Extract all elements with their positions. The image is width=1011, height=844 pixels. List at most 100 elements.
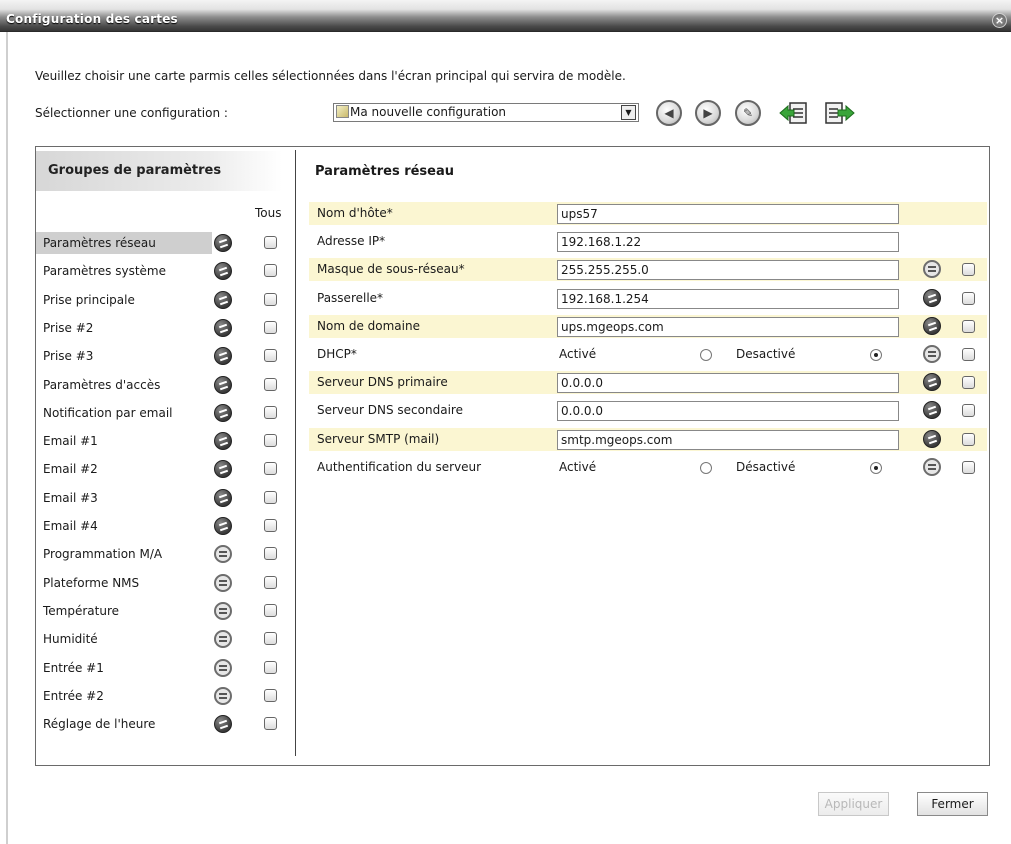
param-input[interactable]: smtp.mgeops.com	[557, 429, 899, 450]
radio-enabled[interactable]	[700, 349, 712, 361]
group-checkbox[interactable]	[264, 547, 277, 561]
close-button[interactable]: Fermer	[917, 792, 988, 816]
param-checkbox[interactable]	[962, 348, 975, 361]
close-icon[interactable]: ×	[992, 13, 1007, 28]
param-row: DHCP* Activé Desactivé	[309, 343, 987, 366]
group-item[interactable]: Email #4	[36, 515, 294, 537]
param-checkbox[interactable]	[962, 291, 975, 305]
radio-label-enabled: Activé	[559, 347, 597, 361]
window-title: Configuration des cartes	[6, 12, 178, 26]
group-checkbox[interactable]	[264, 377, 277, 391]
group-item[interactable]: Paramètres système	[36, 260, 294, 282]
group-checkbox[interactable]	[264, 462, 277, 476]
param-checkbox[interactable]	[962, 263, 975, 277]
config-select[interactable]: Ma nouvelle configuration ▼	[333, 103, 639, 122]
param-label: Authentification du serveur	[317, 459, 482, 474]
group-checkbox[interactable]	[264, 405, 277, 419]
param-checkbox[interactable]	[962, 319, 975, 333]
group-checkbox[interactable]	[264, 660, 277, 674]
group-checkbox[interactable]	[264, 434, 277, 448]
group-checkbox[interactable]	[264, 349, 277, 363]
param-checkbox[interactable]	[962, 404, 975, 418]
param-input[interactable]: ups.mgeops.com	[557, 316, 899, 337]
group-checkbox[interactable]	[264, 632, 277, 646]
next-icon: ▶	[703, 106, 713, 120]
group-item[interactable]: Température	[36, 600, 294, 622]
group-item[interactable]: Email #1	[36, 430, 294, 452]
group-item[interactable]: Plateforme NMS	[36, 572, 294, 594]
edit-icon: ✎	[742, 106, 754, 120]
group-checkbox[interactable]	[264, 292, 277, 306]
group-item[interactable]: Réglage de l'heure	[36, 713, 294, 735]
param-input[interactable]: 192.168.1.254	[557, 288, 899, 309]
param-input[interactable]: 0.0.0.0	[557, 373, 899, 394]
param-input[interactable]: ups57	[557, 204, 899, 224]
export-button[interactable]	[824, 100, 856, 126]
param-checkbox[interactable]	[962, 432, 975, 446]
group-item-label: Email #1	[43, 434, 98, 449]
radio-disabled[interactable]	[870, 349, 882, 361]
group-item[interactable]: Prise principale	[36, 289, 294, 311]
equal-status-icon	[923, 345, 941, 363]
equal-status-icon	[214, 658, 232, 677]
edit-button[interactable]: ✎	[735, 100, 761, 126]
params-title: Paramètres réseau	[315, 164, 455, 179]
document-icon	[336, 105, 349, 118]
group-item[interactable]: Email #3	[36, 487, 294, 509]
group-checkbox[interactable]	[264, 490, 277, 504]
group-item[interactable]: Prise #2	[36, 317, 294, 339]
export-icon	[825, 102, 855, 124]
group-item-label: Email #3	[43, 490, 98, 505]
group-item[interactable]: Programmation M/A	[36, 543, 294, 565]
radio-enabled[interactable]	[700, 461, 712, 474]
equal-status-icon	[214, 573, 232, 592]
modified-status-icon	[923, 429, 941, 448]
param-label: Serveur DNS primaire	[317, 375, 448, 390]
config-select-value: Ma nouvelle configuration	[350, 105, 507, 119]
modified-status-icon	[214, 375, 232, 394]
group-item[interactable]: Email #2	[36, 458, 294, 480]
param-label: DHCP*	[317, 347, 357, 361]
group-item-label: Programmation M/A	[43, 547, 163, 562]
chevron-down-icon[interactable]: ▼	[621, 105, 636, 120]
param-row: Authentification du serveur Activé Désacti…	[309, 456, 987, 479]
group-item[interactable]: Entrée #1	[36, 657, 294, 679]
title-bar: Configuration des cartes ×	[0, 0, 1011, 32]
radio-disabled[interactable]	[870, 461, 882, 474]
import-button[interactable]	[778, 100, 810, 126]
group-checkbox[interactable]	[264, 519, 277, 532]
group-item[interactable]: Paramètres d'accès	[36, 374, 294, 396]
param-input[interactable]: 0.0.0.0	[557, 401, 899, 422]
param-checkbox[interactable]	[962, 460, 975, 474]
group-item[interactable]: Paramètres réseau	[36, 232, 294, 254]
modified-status-icon	[214, 488, 232, 507]
group-item[interactable]: Humidité	[36, 628, 294, 650]
param-checkbox[interactable]	[962, 376, 975, 390]
group-checkbox[interactable]	[264, 717, 277, 731]
radio-label-disabled: Désactivé	[736, 459, 796, 474]
previous-button[interactable]: ◀	[656, 100, 682, 126]
panel-divider	[295, 150, 296, 756]
param-label: Serveur DNS secondaire	[317, 403, 463, 418]
param-row: Masque de sous-réseau* 255.255.255.0	[309, 258, 987, 282]
modified-status-icon	[923, 401, 941, 420]
param-input[interactable]: 255.255.255.0	[557, 260, 899, 281]
param-row: Nom d'hôte* ups57	[309, 202, 987, 225]
group-checkbox[interactable]	[264, 688, 277, 702]
group-item[interactable]: Entrée #2	[36, 685, 294, 707]
group-checkbox[interactable]	[264, 264, 277, 278]
next-button[interactable]: ▶	[695, 100, 721, 126]
group-item-label: Email #4	[43, 519, 98, 533]
group-item[interactable]: Notification par email	[36, 402, 294, 424]
group-item-label: Plateforme NMS	[43, 575, 140, 590]
apply-button[interactable]: Appliquer	[818, 792, 889, 816]
group-checkbox[interactable]	[264, 236, 277, 249]
group-item[interactable]: Prise #3	[36, 345, 294, 367]
group-item-label: Prise principale	[43, 292, 135, 307]
param-row: Nom de domaine ups.mgeops.com	[309, 314, 987, 338]
param-input[interactable]: 192.168.1.22	[557, 232, 899, 253]
group-checkbox[interactable]	[264, 603, 277, 617]
group-checkbox[interactable]	[264, 575, 277, 589]
group-checkbox[interactable]	[264, 320, 277, 334]
previous-icon: ◀	[664, 106, 674, 120]
